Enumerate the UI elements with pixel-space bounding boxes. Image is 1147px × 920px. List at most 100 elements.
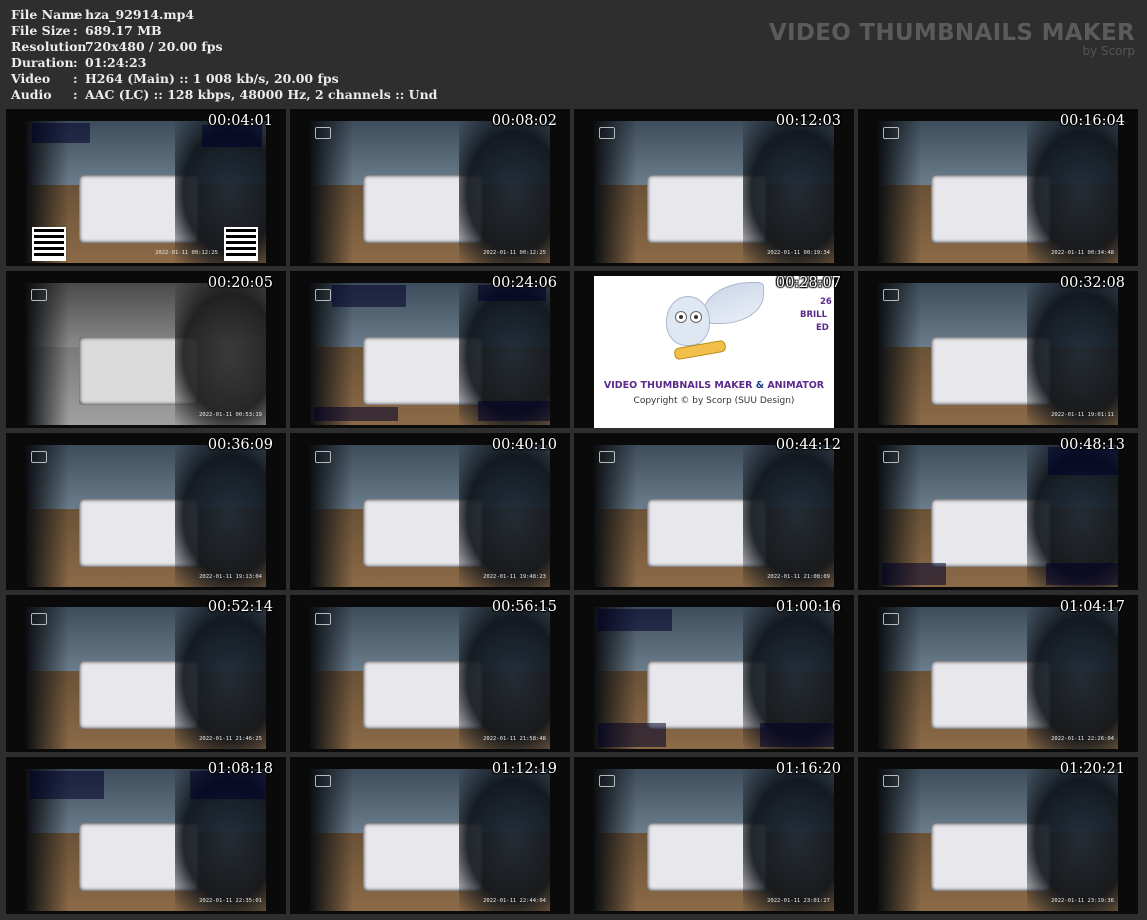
info-value: hza_92914.mp4	[85, 7, 195, 22]
video-frame: 2022-01-11 19:01:11	[878, 283, 1118, 425]
thumbnail[interactable]: 2022-01-11 00:12:25 00:08:02	[290, 109, 570, 266]
promo-overlay	[598, 723, 666, 747]
promo-overlay	[332, 285, 406, 307]
thumbnail[interactable]: 2022-01-11 00:34:48 00:16:04	[858, 109, 1138, 266]
thumbnail[interactable]: 2022-01-11 21:46:25 00:52:14	[6, 595, 286, 752]
owl-card-title: VIDEO THUMBNAILS MAKER & ANIMATOR	[594, 380, 834, 391]
info-key: Duration	[11, 55, 74, 70]
thumbnail[interactable]: 2022-01-11 22:44:04 01:12:19	[290, 757, 570, 914]
camera-logo-icon	[315, 775, 331, 787]
camera-timestamp: 2022-01-11 19:01:11	[1051, 412, 1114, 418]
brand-title: VIDEO THUMBNAILS MAKER	[768, 20, 1135, 46]
promo-overlay	[760, 723, 834, 747]
camera-logo-icon	[883, 613, 899, 625]
thumbnail[interactable]: 2022-01-11 22:35:01 01:08:18	[6, 757, 286, 914]
thumbnail[interactable]: 2022-01-11 21:58:48 00:56:15	[290, 595, 570, 752]
thumbnail[interactable]: 2022-01-11 19:01:11 00:32:08	[858, 271, 1138, 428]
info-key: Video	[11, 71, 51, 86]
info-row: Audio : AAC (LC) :: 128 kbps, 48000 Hz, …	[11, 87, 437, 103]
camera-timestamp: 2022-01-11 00:34:48	[1051, 250, 1114, 256]
camera-logo-icon	[31, 613, 47, 625]
timecode: 00:48:13	[1059, 437, 1125, 453]
thumbnail[interactable]: 2022-01-11 00:12:25 00:04:01	[6, 109, 286, 266]
thumbnail[interactable]: 2022-01-11 21:08:09 00:44:12	[574, 433, 854, 590]
camera-logo-icon	[883, 775, 899, 787]
video-frame: 2022-01-11 21:46:25	[26, 607, 266, 749]
owl-icon	[666, 296, 710, 346]
camera-timestamp: 2022-01-11 22:26:04	[1051, 736, 1114, 742]
thumbnail[interactable]: 26 BRILL ED VIDEO THUMBNAILS MAKER & ANI…	[574, 271, 854, 428]
info-value: AAC (LC) :: 128 kbps, 48000 Hz, 2 channe…	[85, 87, 438, 102]
camera-logo-icon	[31, 451, 47, 463]
camera-logo-icon	[599, 775, 615, 787]
camera-timestamp: 2022-01-11 21:08:09	[767, 574, 830, 580]
thumbnail[interactable]: 00:48:13	[858, 433, 1138, 590]
timecode: 01:00:16	[775, 599, 841, 615]
timecode: 00:04:01	[207, 113, 273, 129]
timecode: 00:32:08	[1059, 275, 1125, 291]
timecode: 01:04:17	[1059, 599, 1125, 615]
thumbnail[interactable]: 2022-01-11 22:26:04 01:04:17	[858, 595, 1138, 752]
info-row: Duration : 01:24:23	[11, 55, 437, 71]
camera-timestamp: 2022-01-11 00:12:25	[483, 250, 546, 256]
thumbnail[interactable]: 2022-01-11 23:01:27 01:16:20	[574, 757, 854, 914]
info-row: Resolution : 720x480 / 20.00 fps	[11, 39, 437, 55]
info-key: File Size	[11, 23, 71, 38]
video-frame: 2022-01-11 22:35:01	[26, 769, 266, 911]
timecode: 00:16:04	[1059, 113, 1125, 129]
timecode: 00:40:10	[491, 437, 557, 453]
video-frame: 2022-01-11 19:48:23	[310, 445, 550, 587]
timecode: 00:20:05	[207, 275, 273, 291]
camera-logo-icon	[883, 451, 899, 463]
video-frame: 2022-01-11 00:53:19	[26, 283, 266, 425]
info-row: File Size : 689.17 MB	[11, 23, 437, 39]
timecode: 01:16:20	[775, 761, 841, 777]
video-frame: 2022-01-11 23:19:36	[878, 769, 1118, 911]
promo-overlay	[1046, 563, 1118, 585]
owl-card-title-a: VIDEO THUMBNAILS MAKER	[603, 380, 753, 391]
promo-overlay	[882, 563, 946, 585]
timecode: 01:20:21	[1059, 761, 1125, 777]
app-logo-card: 26 BRILL ED VIDEO THUMBNAILS MAKER & ANI…	[594, 276, 834, 428]
thumbnail[interactable]: 2022-01-11 23:19:36 01:20:21	[858, 757, 1138, 914]
owl-card-side-text: 26 BRILL ED	[800, 296, 832, 335]
video-frame: 2022-01-11 00:12:25	[310, 121, 550, 263]
camera-timestamp: 2022-01-11 00:19:34	[767, 250, 830, 256]
camera-logo-icon	[315, 127, 331, 139]
video-frame: 2022-01-11 21:58:48	[310, 607, 550, 749]
camera-logo-icon	[599, 451, 615, 463]
thumbnail[interactable]: 00:24:06	[290, 271, 570, 428]
owl-card-copyright: Copyright © by Scorp (SUU Design)	[633, 396, 795, 406]
timecode: 01:08:18	[207, 761, 273, 777]
info-value: H264 (Main) :: 1 008 kb/s, 20.00 fps	[85, 71, 339, 86]
video-frame	[310, 283, 550, 425]
camera-logo-icon	[315, 613, 331, 625]
thumbnail[interactable]: 01:00:16	[574, 595, 854, 752]
owl-card-side-2: BRILL	[800, 310, 828, 320]
video-frame	[878, 445, 1118, 587]
info-value: 720x480 / 20.00 fps	[85, 39, 223, 54]
promo-overlay	[30, 771, 104, 799]
thumbnail[interactable]: 2022-01-11 00:19:34 00:12:03	[574, 109, 854, 266]
info-value: 01:24:23	[85, 55, 147, 70]
info-key: Resolution	[11, 39, 87, 54]
camera-logo-icon	[599, 127, 615, 139]
camera-logo-icon	[31, 289, 47, 301]
owl-card-side-3: ED	[816, 323, 829, 333]
camera-timestamp: 2022-01-11 22:44:04	[483, 898, 546, 904]
thumbnail[interactable]: 2022-01-11 19:13:04 00:36:09	[6, 433, 286, 590]
info-separator: :	[73, 87, 78, 102]
camera-logo-icon	[883, 127, 899, 139]
camera-timestamp: 2022-01-11 22:35:01	[199, 898, 262, 904]
info-key: File Name	[11, 7, 83, 22]
video-frame: 2022-01-11 21:08:09	[594, 445, 834, 587]
timecode: 00:44:12	[775, 437, 841, 453]
owl-card-title-b: ANIMATOR	[767, 380, 825, 391]
camera-timestamp: 2022-01-11 00:53:19	[199, 412, 262, 418]
timecode: 00:08:02	[491, 113, 557, 129]
thumbnail[interactable]: 2022-01-11 00:53:19 00:20:05	[6, 271, 286, 428]
thumbnail[interactable]: 2022-01-11 19:48:23 00:40:10	[290, 433, 570, 590]
owl-wing-icon	[702, 282, 764, 324]
info-value: 689.17 MB	[85, 23, 162, 38]
camera-logo-icon	[315, 289, 331, 301]
